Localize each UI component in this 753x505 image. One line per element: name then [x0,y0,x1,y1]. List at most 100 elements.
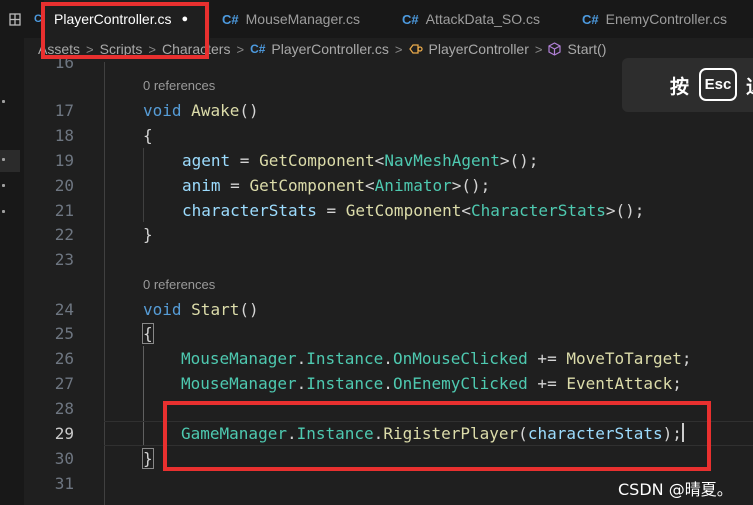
class-symbol-icon [408,43,423,55]
token-punct: = [230,151,260,170]
matched-brace: { [142,323,154,344]
tab-enemycontroller[interactable]: C# EnemyController.cs [572,0,753,38]
code-line: { [142,321,154,346]
token-punct: += [527,374,567,393]
csharp-file-icon: C# [402,11,419,27]
tab-mousemanager[interactable]: C# MouseManager.cs [212,0,382,38]
line-number: 22 [54,225,74,244]
code-line: MouseManager.Instance.OnEnemyClicked += … [181,371,682,396]
chevron-right-icon: > [236,41,245,57]
csharp-file-icon: C# [222,11,239,27]
indent-guide [143,148,144,222]
exit-fullscreen-toast: 按 Esc 退 [622,58,753,112]
codelens-references[interactable]: 0 references [143,275,215,295]
code-line: } [142,446,154,471]
token-punct: += [527,349,567,368]
token-method: Awake [191,101,240,120]
sidebar-dot [2,100,5,103]
token-method: GetComponent [345,201,462,220]
sidebar-selected-item[interactable] [0,150,20,172]
code-line: } [143,222,153,247]
token-punct: ; [681,349,692,368]
code-line: anim = GetComponent<Animator>(); [182,173,490,198]
code-line: { [143,123,153,148]
token-punct: () [239,300,259,319]
line-number: 30 [54,449,74,468]
line-number: 27 [54,374,74,393]
token-punct: . [383,349,393,368]
codelens-references[interactable]: 0 references [143,76,215,96]
breadcrumb-item-file[interactable]: PlayerController.cs [271,41,389,57]
token-method: MoveToTarget [566,349,682,368]
line-number: 31 [54,474,74,493]
token-method: GetComponent [249,176,366,195]
token-punct: . [296,374,307,393]
matched-brace: } [142,448,154,469]
line-number: 18 [54,126,74,145]
token-punct: >(); [605,201,645,220]
line-number: 17 [54,101,74,120]
line-number: 25 [54,324,74,343]
code-line: characterStats = GetComponent<CharacterS… [182,198,644,223]
code-line: void Start() [143,297,259,322]
line-number: 24 [54,300,74,319]
token-keyword: void [143,300,182,319]
line-number: 29 [54,424,74,443]
token-punct: = [220,176,250,195]
token-variable: characterStats [182,201,317,220]
breadcrumb-item-class[interactable]: PlayerController [429,41,529,57]
token-type: MouseManager [181,374,297,393]
token-member: Instance [306,374,384,393]
annotation-box-code [163,401,711,471]
csharp-file-icon: C# [250,42,266,56]
token-member: OnMouseClicked [392,349,528,368]
line-number: 23 [54,250,74,269]
code-line: agent = GetComponent<NavMeshAgent>(); [182,148,538,173]
token-punct: } [143,225,153,244]
token-type: MouseManager [181,349,297,368]
code-line: MouseManager.Instance.OnMouseClicked += … [181,346,692,371]
token-variable: anim [182,176,221,195]
watermark: CSDN @晴夏。 [618,480,733,499]
line-number: 19 [54,151,74,170]
chevron-right-icon: > [534,41,543,57]
explorer-sidebar-edge [0,38,24,505]
token-method: Start [191,300,240,319]
token-punct: . [383,374,393,393]
token-punct: < [374,151,385,170]
line-number: 26 [54,349,74,368]
sidebar-dot [2,184,5,187]
code-line: void Awake() [143,98,259,123]
token-method: GetComponent [259,151,375,170]
token-punct: . [296,349,307,368]
tab-label: EnemyController.cs [605,11,728,27]
breadcrumb-item-method[interactable]: Start() [567,41,606,57]
token-member: Instance [306,349,384,368]
chevron-right-icon: > [394,41,403,57]
tab-attackdata-so[interactable]: C# AttackData_SO.cs [392,0,562,38]
line-number: 28 [54,399,74,418]
tab-label: AttackData_SO.cs [425,11,541,27]
token-method: EventAttack [566,374,673,393]
token-punct: { [143,126,153,145]
token-punct: < [461,201,471,220]
line-number: 21 [54,201,74,220]
token-type: NavMeshAgent [384,151,500,170]
sidebar-dot [2,158,5,161]
method-symbol-icon [548,42,562,56]
csharp-file-icon: C# [582,11,599,27]
token-punct: () [239,101,259,120]
token-keyword: void [143,101,182,120]
token-punct: = [316,201,346,220]
esc-key-icon: Esc [699,68,737,101]
token-punct: >(); [499,151,539,170]
line-number: 20 [54,176,74,195]
token-punct: >(); [451,176,491,195]
sidebar-dot [2,210,5,213]
tab-label: MouseManager.cs [245,11,361,27]
token-member: OnEnemyClicked [392,374,528,393]
toast-text-before: 按 [670,76,690,98]
annotation-box-tab [41,2,209,59]
split-editor-icon[interactable] [0,0,28,38]
token-variable: agent [182,151,231,170]
